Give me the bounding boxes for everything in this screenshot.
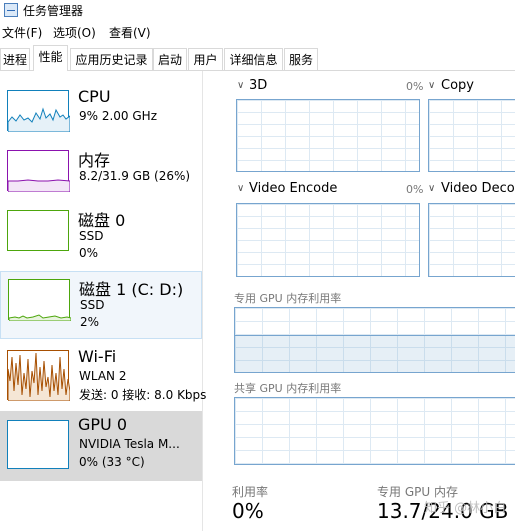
cpu-usage: 9% 2.00 GHz bbox=[79, 109, 158, 123]
tab-bar: 进程 性能 应用历史记录 启动 用户 详细信息 服务 bbox=[0, 45, 515, 71]
sidebar-item-cpu[interactable]: CPU 9% 2.00 GHz bbox=[0, 83, 202, 151]
tab-services[interactable]: 服务 bbox=[284, 48, 318, 70]
tab-app-history[interactable]: 应用历史记录 bbox=[70, 48, 153, 70]
shared-memory-graph bbox=[234, 397, 515, 465]
shared-memory-label: 共享 GPU 内存利用率 bbox=[234, 382, 342, 395]
disk0-usage: 0% bbox=[79, 246, 99, 260]
disk1-usage: 2% bbox=[80, 315, 100, 329]
sidebar-item-disk0[interactable]: 磁盘 0 SSD 0% bbox=[0, 203, 202, 271]
cpu-sparkline-icon bbox=[7, 90, 70, 132]
memory-label: 内存 bbox=[78, 151, 111, 170]
engine-video-encode-graph bbox=[236, 203, 420, 277]
chevron-down-icon[interactable]: ∨ bbox=[237, 80, 244, 91]
tab-startup[interactable]: 启动 bbox=[153, 48, 187, 70]
sidebar-item-memory[interactable]: 内存 8.2/31.9 GB (26%) bbox=[0, 143, 202, 211]
gpu0-usage: 0% (33 °C) bbox=[79, 455, 145, 469]
chevron-down-icon[interactable]: ∨ bbox=[237, 183, 244, 194]
watermark: 知乎 @林小白 bbox=[424, 501, 507, 516]
engine-copy-graph bbox=[428, 99, 515, 172]
gpu0-model: NVIDIA Tesla M... bbox=[79, 437, 180, 451]
memory-sparkline-icon bbox=[7, 150, 70, 192]
tab-details[interactable]: 详细信息 bbox=[224, 48, 283, 70]
sidebar-item-wifi[interactable]: Wi-Fi WLAN 2 发送: 0 接收: 8.0 Kbps bbox=[0, 343, 206, 411]
tab-processes[interactable]: 进程 bbox=[0, 48, 30, 70]
task-manager-icon bbox=[4, 3, 18, 17]
engine-video-decode-graph bbox=[428, 203, 515, 277]
dedicated-memory-graph bbox=[234, 307, 515, 373]
dedicated-memory-label: 专用 GPU 内存利用率 bbox=[234, 292, 342, 305]
disk-sparkline-icon bbox=[7, 210, 69, 251]
utilization-label: 利用率 bbox=[232, 485, 269, 499]
disk0-type: SSD bbox=[79, 229, 104, 243]
dedicated-memory-fill bbox=[235, 335, 515, 372]
gpu0-label: GPU 0 bbox=[78, 415, 128, 434]
menu-view[interactable]: 查看(V) bbox=[109, 24, 151, 41]
engine-copy-label: Copy bbox=[441, 78, 474, 93]
wifi-adapter: WLAN 2 bbox=[79, 369, 127, 383]
engine-video-encode-percent: 0% bbox=[406, 183, 424, 196]
window-title: 任务管理器 bbox=[23, 4, 84, 18]
engine-3d-graph bbox=[236, 99, 420, 172]
gpu-sparkline-icon bbox=[7, 420, 69, 469]
disk-sparkline-icon bbox=[8, 279, 71, 321]
engine-3d-label: 3D bbox=[249, 78, 268, 93]
engine-3d-percent: 0% bbox=[406, 80, 424, 93]
menu-options[interactable]: 选项(O) bbox=[53, 24, 96, 41]
tab-performance[interactable]: 性能 bbox=[33, 45, 68, 71]
chevron-down-icon[interactable]: ∨ bbox=[428, 183, 435, 194]
utilization-value: 0% bbox=[232, 499, 264, 523]
wifi-throughput: 发送: 0 接收: 8.0 Kbps bbox=[79, 388, 207, 402]
disk1-type: SSD bbox=[80, 298, 105, 312]
disk1-label: 磁盘 1 (C: D:) bbox=[79, 280, 184, 299]
engine-video-decode-label: Video Decoc bbox=[441, 181, 515, 196]
engine-video-encode-label: Video Encode bbox=[249, 181, 338, 196]
performance-sidebar: CPU 9% 2.00 GHz 内存 8.2/31.9 GB (26%) 磁盘 … bbox=[0, 71, 206, 531]
title-bar: 任务管理器 bbox=[0, 0, 515, 22]
cpu-label: CPU bbox=[78, 87, 111, 106]
wifi-label: Wi-Fi bbox=[78, 347, 117, 366]
menu-file[interactable]: 文件(F) bbox=[2, 24, 42, 41]
chevron-down-icon[interactable]: ∨ bbox=[428, 80, 435, 91]
network-sparkline-icon bbox=[7, 350, 70, 401]
memory-usage: 8.2/31.9 GB (26%) bbox=[79, 169, 191, 183]
tab-users[interactable]: 用户 bbox=[188, 48, 223, 70]
disk0-label: 磁盘 0 bbox=[78, 211, 126, 230]
sidebar-item-gpu0[interactable]: GPU 0 NVIDIA Tesla M... 0% (33 °C) bbox=[0, 411, 202, 481]
sidebar-item-disk1[interactable]: 磁盘 1 (C: D:) SSD 2% bbox=[0, 271, 202, 339]
